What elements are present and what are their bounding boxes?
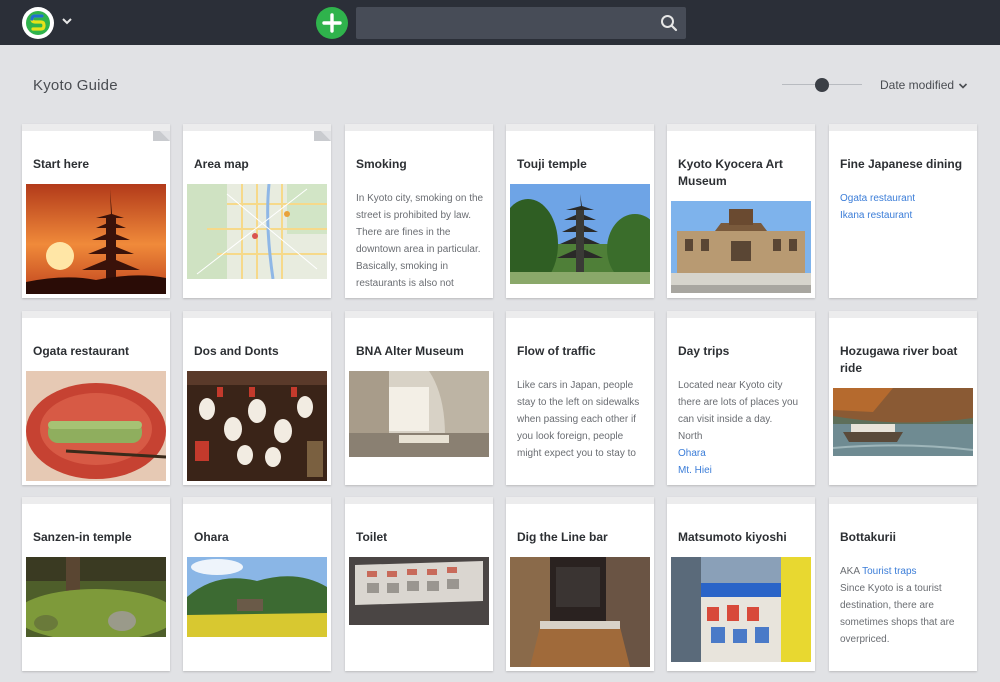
note-card[interactable]: Hozugawa river boat ride xyxy=(829,311,977,485)
bar-interior-thumbnail xyxy=(510,557,650,667)
ohara-village-thumbnail xyxy=(187,557,327,637)
note-card[interactable]: Toilet xyxy=(345,497,493,671)
card-title: Sanzen-in temple xyxy=(33,530,132,544)
drugstore-thumbnail xyxy=(671,557,811,662)
touji-pagoda-thumbnail xyxy=(510,184,650,284)
card-title: Fine Japanese dining xyxy=(840,157,963,171)
toilet-panel-thumbnail xyxy=(349,557,489,625)
card-title: Dos and Donts xyxy=(194,344,279,358)
note-card[interactable]: BNA Alter Museum xyxy=(345,311,493,485)
card-title: Kyoto Kyocera Art Museum xyxy=(678,157,783,188)
page-fold-icon xyxy=(314,131,331,141)
top-bar xyxy=(0,0,1000,45)
note-card[interactable]: Day trips Located near Kyoto city there … xyxy=(667,311,815,485)
note-card[interactable]: Flow of traffic Like cars in Japan, peop… xyxy=(506,311,654,485)
add-note-button[interactable] xyxy=(316,7,348,39)
museum-room-thumbnail xyxy=(349,371,489,457)
card-title: Smoking xyxy=(356,157,407,171)
card-excerpt: Located near Kyoto city there are lots o… xyxy=(678,377,808,479)
search-box xyxy=(356,7,686,39)
notes-grid: Start here Area map Smoking In Kyoto cit… xyxy=(22,124,978,682)
pagoda-sunset-thumbnail xyxy=(26,184,166,294)
plus-icon xyxy=(322,13,342,33)
art-museum-thumbnail xyxy=(671,201,811,293)
note-card[interactable]: Touji temple xyxy=(506,124,654,298)
note-card[interactable]: Ohara xyxy=(183,497,331,671)
search-input[interactable] xyxy=(356,7,646,39)
note-card[interactable]: Smoking In Kyoto city, smoking on the st… xyxy=(345,124,493,298)
chevron-down-icon xyxy=(958,83,968,89)
link-ohara[interactable]: Ohara xyxy=(678,445,808,462)
card-title: Day trips xyxy=(678,344,730,358)
sort-dropdown[interactable]: Date modified xyxy=(880,78,968,92)
lanterns-thumbnail xyxy=(187,371,327,481)
note-card[interactable]: Area map xyxy=(183,124,331,298)
search-icon[interactable] xyxy=(660,14,678,32)
card-excerpt-text: Since Kyoto is a tourist destination, th… xyxy=(840,583,955,645)
note-card[interactable]: Ogata restaurant xyxy=(22,311,170,485)
note-card[interactable]: Dos and Donts xyxy=(183,311,331,485)
card-title: Flow of traffic xyxy=(517,344,596,358)
card-title: Hozugawa river boat ride xyxy=(840,344,958,375)
note-card[interactable]: Matsumoto kiyoshi xyxy=(667,497,815,671)
slider-knob[interactable] xyxy=(815,78,829,92)
card-title: Area map xyxy=(194,157,249,171)
note-card[interactable]: Fine Japanese dining Ogata restaurant Ik… xyxy=(829,124,977,298)
card-title: Matsumoto kiyoshi xyxy=(678,530,787,544)
card-excerpt: Like cars in Japan, people stay to the l… xyxy=(517,380,640,459)
card-title: Ohara xyxy=(194,530,229,544)
card-excerpt-text: Located near Kyoto city there are lots o… xyxy=(678,380,799,425)
card-title: Dig the Line bar xyxy=(517,530,608,544)
card-title: Start here xyxy=(33,157,90,171)
note-card[interactable]: Dig the Line bar xyxy=(506,497,654,671)
aka-prefix: AKA xyxy=(840,566,860,577)
note-card[interactable]: Sanzen-in temple xyxy=(22,497,170,671)
note-card[interactable]: Bottakurii AKA Tourist traps Since Kyoto… xyxy=(829,497,977,671)
link-ogata-restaurant[interactable]: Ogata restaurant xyxy=(840,190,970,207)
card-title: Ogata restaurant xyxy=(33,344,130,358)
card-excerpt-line: North xyxy=(678,431,703,442)
page-fold-icon xyxy=(153,131,170,141)
note-card[interactable]: Kyoto Kyocera Art Museum xyxy=(667,124,815,298)
thumbnail-size-slider[interactable] xyxy=(782,76,862,94)
moss-garden-thumbnail xyxy=(26,557,166,637)
card-title: Bottakurii xyxy=(840,530,897,544)
link-ikana-restaurant[interactable]: Ikana restaurant xyxy=(840,207,970,224)
chevron-down-icon[interactable] xyxy=(61,14,73,28)
note-card[interactable]: Start here xyxy=(22,124,170,298)
roll-cake-thumbnail xyxy=(26,371,166,481)
card-excerpt: In Kyoto city, smoking on the street is … xyxy=(356,193,484,289)
app-logo-icon[interactable] xyxy=(22,7,54,39)
card-title: Toilet xyxy=(356,530,388,544)
sort-label: Date modified xyxy=(880,78,955,92)
card-title: Touji temple xyxy=(517,157,587,171)
link-mt-hiei[interactable]: Mt. Hiei xyxy=(678,462,808,479)
link-tourist-traps[interactable]: Tourist traps xyxy=(862,566,916,577)
river-boat-thumbnail xyxy=(833,388,973,456)
page-title: Kyoto Guide xyxy=(33,77,118,94)
card-title: BNA Alter Museum xyxy=(356,344,464,358)
card-links: Ogata restaurant Ikana restaurant xyxy=(840,190,970,224)
card-excerpt: AKA Tourist traps Since Kyoto is a touri… xyxy=(840,563,970,648)
area-map-thumbnail xyxy=(187,184,327,279)
